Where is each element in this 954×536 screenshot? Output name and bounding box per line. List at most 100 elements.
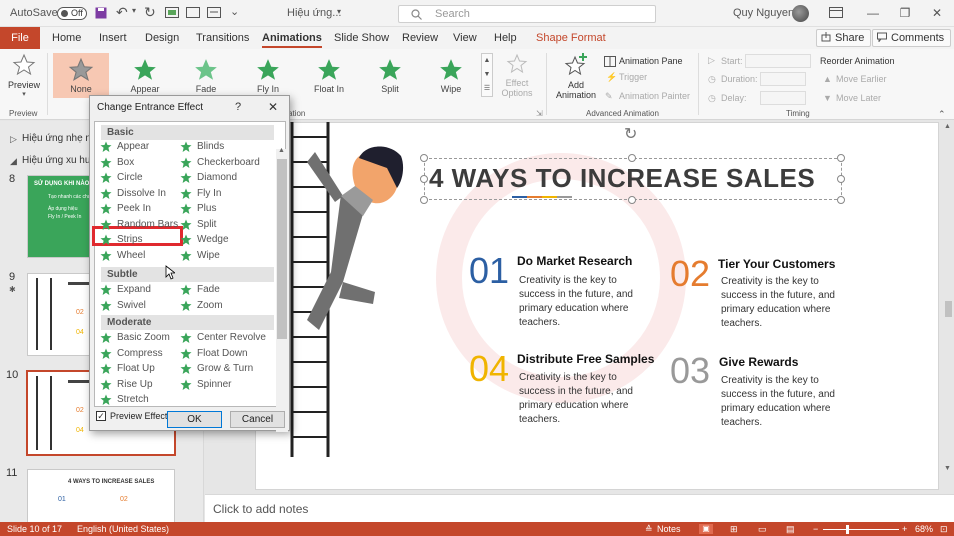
resize-handle[interactable] xyxy=(628,196,636,204)
close-window-icon[interactable]: ✕ xyxy=(930,6,944,20)
animation-pane-button[interactable]: Animation Pane xyxy=(619,56,683,66)
undo-dropdown-icon[interactable]: ▾ xyxy=(132,6,136,15)
tab-animations[interactable]: Animations xyxy=(262,32,322,48)
list-scroll-thumb[interactable] xyxy=(277,159,287,339)
minimize-icon[interactable]: — xyxy=(866,6,880,20)
effect-item[interactable]: Basic Zoom xyxy=(99,331,170,345)
tab-home[interactable]: Home xyxy=(52,32,81,44)
preview-button[interactable]: Preview ▾ xyxy=(6,53,42,99)
effect-options-button[interactable]: Effect Options xyxy=(497,53,537,101)
cancel-button[interactable]: Cancel xyxy=(230,411,285,428)
vertical-scrollbar[interactable]: ▲ ▼ xyxy=(943,121,954,493)
zoom-slider[interactable] xyxy=(823,529,899,530)
tab-shape-format[interactable]: Shape Format xyxy=(536,32,606,44)
effect-item[interactable]: Wipe xyxy=(179,249,220,263)
effect-item[interactable]: Box xyxy=(99,156,134,170)
zoom-slider-thumb[interactable] xyxy=(846,525,849,534)
section-header-2[interactable]: Hiệu ứng xu hướ xyxy=(22,155,98,166)
effect-item[interactable]: Float Down xyxy=(179,347,248,361)
tab-design[interactable]: Design xyxy=(145,32,179,44)
effect-item[interactable]: Peek In xyxy=(99,202,151,216)
notes-toggle-icon[interactable]: ≙ xyxy=(645,524,653,535)
effect-item[interactable]: Fly In xyxy=(179,187,221,201)
fit-to-window-icon[interactable]: ⊡ xyxy=(940,524,948,535)
tab-help[interactable]: Help xyxy=(494,32,517,44)
effect-item[interactable]: Fade xyxy=(179,283,220,297)
autosave-toggle[interactable]: Off xyxy=(57,7,87,20)
effect-item[interactable]: Center Revolve xyxy=(179,331,266,345)
tab-slide-show[interactable]: Slide Show xyxy=(334,32,389,44)
notes-toggle[interactable]: Notes xyxy=(657,524,681,534)
dialog-close-button[interactable]: ✕ xyxy=(268,100,278,114)
avatar[interactable] xyxy=(792,5,809,22)
tab-transitions[interactable]: Transitions xyxy=(196,32,249,44)
present-icon[interactable] xyxy=(207,7,221,19)
effect-wipe[interactable]: Wipe xyxy=(423,53,479,98)
move-later-button[interactable]: Move Later xyxy=(836,93,881,103)
slideshow-icon[interactable] xyxy=(186,7,200,19)
zoom-out-icon[interactable]: − xyxy=(813,524,818,534)
save-icon[interactable] xyxy=(95,7,107,19)
effect-item[interactable]: Spinner xyxy=(179,378,231,392)
collapse-ribbon-icon[interactable]: ⌃ xyxy=(938,109,946,120)
effect-item[interactable]: Compress xyxy=(99,347,163,361)
effect-item[interactable]: Wedge xyxy=(179,233,229,247)
tab-review[interactable]: Review xyxy=(402,32,438,44)
undo-icon[interactable]: ↶ xyxy=(116,4,128,21)
section-collapse-icon[interactable]: ▷ xyxy=(10,134,17,145)
rotate-handle-icon[interactable]: ↻ xyxy=(624,124,637,144)
effect-item[interactable]: Split xyxy=(179,218,216,232)
comments-button[interactable]: Comments xyxy=(872,29,952,47)
scroll-thumb[interactable] xyxy=(945,301,952,317)
scroll-up-icon[interactable]: ▲ xyxy=(944,123,951,130)
effect-float-in[interactable]: Float In xyxy=(301,53,357,98)
dialog-help-button[interactable]: ? xyxy=(235,101,241,113)
zoom-in-icon[interactable]: + xyxy=(902,524,907,534)
effect-item[interactable]: Grow & Turn xyxy=(179,362,253,376)
effect-item[interactable]: Circle xyxy=(99,171,143,185)
effect-fade[interactable]: Fade xyxy=(178,53,234,98)
customize-qat-icon[interactable]: ⌄ xyxy=(230,5,239,18)
scroll-down-icon[interactable]: ▼ xyxy=(944,465,951,472)
tab-view[interactable]: View xyxy=(453,32,477,44)
redo-icon[interactable]: ↻ xyxy=(144,4,156,21)
effect-item[interactable]: Swivel xyxy=(99,299,146,313)
delay-input[interactable] xyxy=(760,91,806,105)
reading-view-icon[interactable]: ▭ xyxy=(758,524,767,535)
effect-item[interactable]: Random Bars xyxy=(99,218,178,232)
effect-none[interactable]: None xyxy=(53,53,109,98)
effect-item[interactable]: Zoom xyxy=(179,299,223,313)
slideshow-view-icon[interactable]: ▤ xyxy=(786,524,795,535)
effect-item[interactable]: Checkerboard xyxy=(179,156,260,170)
start-select[interactable] xyxy=(745,54,811,68)
zoom-level[interactable]: 68% xyxy=(915,524,933,534)
search-box[interactable]: Search xyxy=(398,5,656,23)
slide-sorter-icon[interactable]: ⊞ xyxy=(730,524,738,535)
effect-fly-in[interactable]: Fly In xyxy=(240,53,296,98)
effect-appear[interactable]: Appear xyxy=(117,53,173,98)
section-expand-icon[interactable]: ◢ xyxy=(10,156,17,167)
effect-split[interactable]: Split xyxy=(362,53,418,98)
effect-item[interactable]: Blinds xyxy=(179,140,224,154)
resize-handle[interactable] xyxy=(420,196,428,204)
start-from-beginning-icon[interactable] xyxy=(165,7,179,19)
effect-item[interactable]: Rise Up xyxy=(99,378,153,392)
duration-input[interactable] xyxy=(760,72,806,86)
resize-handle[interactable] xyxy=(628,154,636,162)
effect-item[interactable]: Appear xyxy=(99,140,149,154)
resize-handle[interactable] xyxy=(837,196,845,204)
resize-handle[interactable] xyxy=(837,154,845,162)
effect-item[interactable]: Diamond xyxy=(179,171,237,185)
normal-view-icon[interactable]: ▣ xyxy=(699,524,713,534)
effect-item[interactable]: Stretch xyxy=(99,393,149,407)
list-scroll-up-icon[interactable]: ▲ xyxy=(278,147,285,154)
animation-painter-button[interactable]: Animation Painter xyxy=(619,91,690,101)
tab-insert[interactable]: Insert xyxy=(99,32,127,44)
dialog-launcher-icon[interactable]: ⇲ xyxy=(536,109,543,118)
effect-list-scrollbar[interactable]: ▲ ▼ xyxy=(276,147,288,432)
ok-button[interactable]: OK xyxy=(167,411,222,428)
add-animation-button[interactable]: Add Animation xyxy=(552,53,600,105)
preview-effect-checkbox[interactable]: ✓ xyxy=(96,411,106,421)
effect-item[interactable]: Expand xyxy=(99,283,151,297)
effect-item[interactable]: Plus xyxy=(179,202,216,216)
